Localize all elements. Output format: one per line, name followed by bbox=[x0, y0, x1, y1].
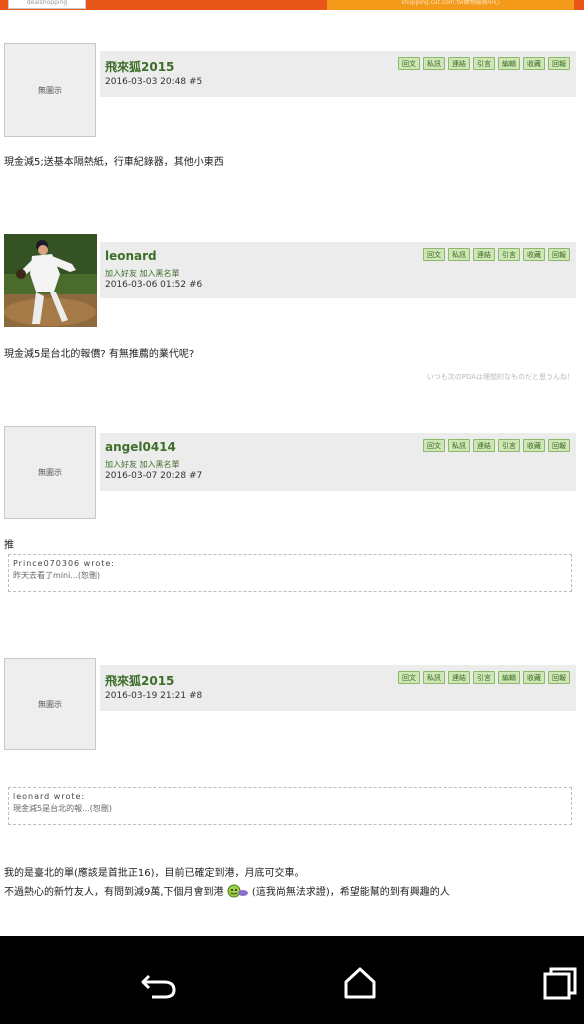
back-button[interactable] bbox=[140, 966, 180, 1000]
post-header: 飛來狐2015 2016-03-03 20:48 #5 回文 私訊 連結 引言 … bbox=[100, 51, 576, 97]
username[interactable]: 飛來狐2015 bbox=[105, 58, 174, 75]
post-datetime: 2016-03-03 20:48 bbox=[105, 77, 187, 87]
post-content: 現金減5;送基本隔熱紙，行車紀錄器，其他小東西 bbox=[4, 157, 224, 168]
recents-icon bbox=[543, 967, 577, 1000]
add-blacklist-link[interactable]: 加入黑名單 bbox=[140, 460, 180, 469]
post-header: 飛來狐2015 2016-03-19 21:21 #8 回文 私訊 連結 引言 … bbox=[100, 665, 576, 711]
post-content-line-1: 我的是臺北的單(應該是首批正16)，目前已確定到港，月底可交車。 bbox=[4, 868, 305, 879]
user-links: 加入好友 加入黑名單 bbox=[105, 268, 180, 279]
post-meta: 2016-03-06 01:52 #6 bbox=[105, 280, 202, 290]
post-content: 現金減5是台北的報價? 有無推薦的業代呢? bbox=[4, 349, 195, 360]
fav-button[interactable]: 收藏 bbox=[523, 439, 545, 452]
fav-button[interactable]: 收藏 bbox=[523, 671, 545, 684]
fav-button[interactable]: 收藏 bbox=[523, 57, 545, 70]
report-button[interactable]: 回報 bbox=[548, 439, 570, 452]
add-blacklist-link[interactable]: 加入黑名單 bbox=[140, 269, 180, 278]
link-button[interactable]: 連結 bbox=[473, 248, 495, 261]
quote-button[interactable]: 引言 bbox=[498, 439, 520, 452]
quote-author: leonard wrote: bbox=[13, 792, 86, 801]
top-banner-ad[interactable]: dealshopping shopping.cat.com.tw購物服務中心 bbox=[0, 0, 584, 10]
avatar-placeholder[interactable]: 無圖示 bbox=[4, 426, 96, 519]
quote-author: Prince070306 wrote: bbox=[13, 559, 115, 568]
add-friend-link[interactable]: 加入好友 bbox=[105, 269, 137, 278]
post-floor[interactable]: #6 bbox=[189, 280, 202, 290]
quote-box: Prince070306 wrote: 昨天去看了mini...(恕刪) bbox=[8, 554, 572, 592]
user-signature: いつも次のPDAは理想的なものだと思うんね！ bbox=[426, 373, 574, 381]
report-button[interactable]: 回報 bbox=[548, 671, 570, 684]
quote-button[interactable]: 引言 bbox=[498, 248, 520, 261]
home-button[interactable] bbox=[342, 966, 382, 1000]
reply-button[interactable]: 回文 bbox=[398, 671, 420, 684]
avatar-placeholder[interactable]: 無圖示 bbox=[4, 43, 96, 137]
post-content-part-a: 不過熱心的新竹友人，有問到減9萬,下個月會到港 bbox=[4, 887, 224, 898]
quote-box: leonard wrote: 現金減5是台北的報...(恕刪) bbox=[8, 787, 572, 825]
post-actions: 回文 私訊 連結 引言 收藏 回報 bbox=[423, 248, 570, 261]
post-floor[interactable]: #8 bbox=[189, 691, 202, 701]
quote-button[interactable]: 引言 bbox=[473, 57, 495, 70]
reply-button[interactable]: 回文 bbox=[398, 57, 420, 70]
banner-logo[interactable]: dealshopping bbox=[8, 0, 86, 9]
post-header: angel0414 加入好友 加入黑名單 2016-03-07 20:28 #7… bbox=[100, 433, 576, 491]
user-links: 加入好友 加入黑名單 bbox=[105, 459, 180, 470]
link-button[interactable]: 連結 bbox=[473, 439, 495, 452]
link-button[interactable]: 連結 bbox=[448, 57, 470, 70]
post-datetime: 2016-03-07 20:28 bbox=[105, 471, 187, 481]
link-button[interactable]: 連結 bbox=[448, 671, 470, 684]
quote-text: 現金減5是台北的報...(恕刪) bbox=[13, 804, 112, 813]
pm-button[interactable]: 私訊 bbox=[423, 57, 445, 70]
username[interactable]: 飛來狐2015 bbox=[105, 672, 174, 689]
fav-button[interactable]: 收藏 bbox=[523, 248, 545, 261]
post-floor[interactable]: #5 bbox=[189, 77, 202, 87]
post-floor[interactable]: #7 bbox=[189, 471, 202, 481]
post-datetime: 2016-03-06 01:52 bbox=[105, 280, 187, 290]
quote-text: 昨天去看了mini...(恕刪) bbox=[13, 571, 101, 580]
username[interactable]: angel0414 bbox=[105, 440, 176, 454]
report-button[interactable]: 回報 bbox=[548, 248, 570, 261]
username[interactable]: leonard bbox=[105, 249, 157, 263]
avatar-photo[interactable] bbox=[4, 234, 97, 327]
post-meta: 2016-03-07 20:28 #7 bbox=[105, 471, 202, 481]
avatar-placeholder[interactable]: 無圖示 bbox=[4, 658, 96, 750]
banner-text[interactable]: shopping.cat.com.tw購物服務中心 bbox=[327, 0, 574, 10]
pm-button[interactable]: 私訊 bbox=[448, 248, 470, 261]
back-icon bbox=[141, 974, 176, 999]
report-button[interactable]: 回報 bbox=[548, 57, 570, 70]
post-content: 推 bbox=[4, 540, 14, 551]
edit-button[interactable]: 編輯 bbox=[498, 57, 520, 70]
reply-button[interactable]: 回文 bbox=[423, 248, 445, 261]
post-header: leonard 加入好友 加入黑名單 2016-03-06 01:52 #6 回… bbox=[100, 242, 576, 298]
pm-button[interactable]: 私訊 bbox=[423, 671, 445, 684]
post-actions: 回文 私訊 連結 引言 編輯 收藏 回報 bbox=[398, 57, 570, 70]
post-meta: 2016-03-03 20:48 #5 bbox=[105, 77, 202, 87]
emoticon-icon bbox=[227, 884, 249, 898]
add-friend-link[interactable]: 加入好友 bbox=[105, 460, 137, 469]
pm-button[interactable]: 私訊 bbox=[448, 439, 470, 452]
reply-button[interactable]: 回文 bbox=[423, 439, 445, 452]
post-content-line-2: 不過熱心的新竹友人，有問到減9萬,下個月會到港 (這我尚無法求證)，希望能幫的到… bbox=[4, 883, 450, 898]
recents-button[interactable] bbox=[542, 966, 582, 1000]
post-meta: 2016-03-19 21:21 #8 bbox=[105, 691, 202, 701]
post-content-part-b: (這我尚無法求證)，希望能幫的到有興趣的人 bbox=[251, 887, 450, 898]
edit-button[interactable]: 編輯 bbox=[498, 671, 520, 684]
post-datetime: 2016-03-19 21:21 bbox=[105, 691, 187, 701]
home-icon bbox=[344, 967, 376, 999]
post-actions: 回文 私訊 連結 引言 編輯 收藏 回報 bbox=[398, 671, 570, 684]
post-actions: 回文 私訊 連結 引言 收藏 回報 bbox=[423, 439, 570, 452]
quote-button[interactable]: 引言 bbox=[473, 671, 495, 684]
system-navigation-bar bbox=[0, 936, 584, 1024]
